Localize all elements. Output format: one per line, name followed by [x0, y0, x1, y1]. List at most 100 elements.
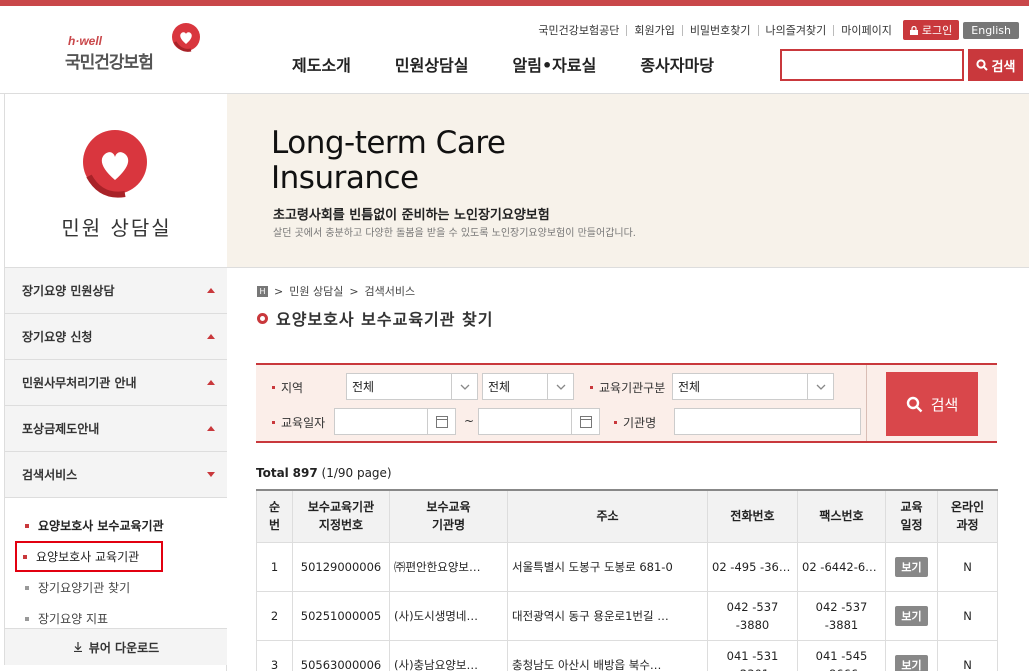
banner-title-line2: Insurance — [271, 160, 419, 196]
header-schedule: 교육 일정 — [885, 489, 938, 543]
gnb-item-workers[interactable]: 종사자마당 — [640, 52, 714, 76]
banner-subline: 살던 곳에서 충분하고 다양한 돌봄을 받을 수 있도록 노인장기요양보험이 만… — [273, 228, 636, 239]
cell-name[interactable]: (사)충남요양보… — [389, 639, 508, 671]
utility-nav: 국민건강보험공단 회원가입 비밀번호찾기 나의즐겨찾기 마이페이지 로그인 En… — [531, 20, 1019, 40]
cell-schedule: 보기 — [885, 639, 938, 671]
arrow-up-icon — [207, 288, 215, 293]
view-schedule-button[interactable]: 보기 — [895, 654, 928, 671]
main-nav: 제도소개 민원상담실 알림•자료실 종사자마당 — [292, 52, 714, 76]
header-fax: 팩스번호 — [797, 489, 886, 543]
sidebar-item-ltc-apply[interactable]: 장기요양 신청 — [4, 314, 227, 360]
view-schedule-button[interactable]: 보기 — [895, 556, 928, 577]
cell-phone: 042 -537 -3880 — [707, 590, 798, 641]
viewer-download-label: 뷰어 다운로드 — [88, 640, 160, 655]
cell-phone: 041 -531 -2301 — [707, 639, 798, 671]
util-link-nhis[interactable]: 국민건강보험공단 — [531, 25, 626, 36]
breadcrumb-item[interactable]: 검색서비스 — [365, 283, 416, 299]
banner-title: Long-term Care Insurance — [271, 126, 506, 196]
region-select-1[interactable]: 전체 — [346, 373, 478, 400]
date-to-input[interactable] — [478, 408, 600, 435]
bullet-icon — [590, 386, 593, 389]
page-title-text: 요양보호사 보수교육기관 찾기 — [276, 310, 494, 329]
breadcrumb-item[interactable]: 민원 상담실 — [289, 283, 343, 299]
heart-logo-icon — [172, 23, 200, 52]
search-filter-panel: 지역 전체 전체 교육기관구분 전체 교육일자 ~ 기관명 검색 — [256, 363, 997, 443]
header-no: 순 번 — [256, 489, 293, 543]
region-select-2[interactable]: 전체 — [482, 373, 574, 400]
page-title: 요양보호사 보수교육기관 찾기 — [257, 306, 494, 330]
util-link-favorites[interactable]: 나의즐겨찾기 — [757, 24, 834, 36]
sidebar-item-ltc-consult[interactable]: 장기요양 민원상담 — [4, 268, 227, 314]
home-icon[interactable]: H — [257, 285, 268, 297]
sidebar-item-office-guide[interactable]: 민원사무처리기관 안내 — [4, 360, 227, 406]
submenu-item-training-institution[interactable]: 요양보호사 교육기관 — [15, 541, 163, 572]
header-address: 주소 — [507, 489, 708, 543]
gnb-item-civil-service[interactable]: 민원상담실 — [395, 52, 469, 76]
logo-tagline: h·well — [68, 34, 103, 48]
english-button[interactable]: English — [963, 21, 1019, 39]
login-button[interactable]: 로그인 — [902, 20, 960, 40]
arrow-up-icon — [207, 380, 215, 385]
search-icon — [975, 59, 988, 71]
name-label: 기관명 — [614, 414, 656, 431]
header-phone-text: 전화번호 — [730, 509, 775, 524]
viewer-download-button[interactable]: 뷰어 다운로드 — [4, 629, 227, 665]
cell-phone: 02 -495 -3600 — [707, 541, 798, 592]
cell-fax: 041 -545 -8666 — [797, 639, 886, 671]
table-header-row: 순 번 보수교육기관 지정번호 보수교육 기관명 주소 전화번호 팩스번호 교육… — [256, 489, 998, 543]
bullet-icon — [23, 554, 27, 559]
institution-type-select[interactable]: 전체 — [672, 373, 834, 400]
date-separator: ~ — [464, 414, 475, 428]
submenu-label: 요양보호사 보수교육기관 — [38, 519, 164, 533]
util-link-find-password[interactable]: 비밀번호찾기 — [681, 24, 758, 36]
header-code-text: 보수교육기관 지정번호 — [307, 500, 375, 533]
heart-emblem-icon — [83, 130, 147, 198]
chevron-down-icon — [451, 374, 477, 399]
cell-name[interactable]: (사)도시생명네… — [389, 590, 508, 641]
search-icon — [906, 396, 923, 412]
header-search-input[interactable] — [780, 49, 964, 81]
submenu-item-ltc-indicators[interactable]: 장기요양 지표 — [5, 603, 227, 634]
institution-name-input[interactable] — [674, 408, 861, 435]
sidebar-item-reward[interactable]: 포상금제도안내 — [4, 406, 227, 452]
header-search-button[interactable]: 검색 — [968, 49, 1023, 81]
banner-headline: 초고령사회를 빈틈없이 준비하는 노인장기요양보험 — [273, 208, 550, 223]
calendar-icon[interactable] — [427, 409, 455, 434]
logo-name: 국민건강보험 — [65, 53, 154, 73]
date-from-input[interactable] — [334, 408, 456, 435]
sidebar-item-search-service[interactable]: 검색서비스 — [4, 452, 227, 498]
sidebar-submenu: 요양보호사 보수교육기관 요양보호사 교육기관 장기요양기관 찾기 장기요양 지… — [4, 498, 227, 629]
submenu-item-find-facility[interactable]: 장기요양기관 찾기 — [5, 572, 227, 603]
name-label-text: 기관명 — [623, 416, 657, 430]
login-label: 로그인 — [921, 24, 953, 37]
gnb-item-system-intro[interactable]: 제도소개 — [292, 52, 351, 76]
region-label-text: 지역 — [281, 381, 304, 395]
gnb-item-notice-data[interactable]: 알림•자료실 — [513, 52, 597, 76]
cell-no: 2 — [256, 590, 293, 641]
cell-address: 서울특별시 도봉구 도봉로 681-0 — [507, 541, 708, 592]
chevron-down-icon — [547, 374, 573, 399]
breadcrumb-separator-icon: > — [349, 284, 359, 298]
cell-name[interactable]: ㈜편안한요양보… — [389, 541, 508, 592]
cell-fax: 02 -6442-6215 — [797, 541, 886, 592]
util-link-mypage[interactable]: 마이페이지 — [833, 24, 899, 36]
submenu-item-refresher-institution[interactable]: 요양보호사 보수교육기관 — [5, 510, 227, 541]
hero-banner: Long-term Care Insurance 초고령사회를 빈틈없이 준비하… — [227, 94, 1029, 268]
arrow-down-icon — [207, 472, 215, 477]
region-label: 지역 — [272, 379, 303, 396]
calendar-icon[interactable] — [571, 409, 599, 434]
filter-search-button[interactable]: 검색 — [886, 372, 978, 436]
cell-online: N — [937, 639, 998, 671]
sidebar-item-label: 장기요양 민원상담 — [22, 284, 115, 298]
date-label: 교육일자 — [272, 414, 325, 431]
date-label-text: 교육일자 — [281, 416, 326, 430]
util-link-signup[interactable]: 회원가입 — [626, 24, 681, 36]
results-table: 순 번 보수교육기관 지정번호 보수교육 기관명 주소 전화번호 팩스번호 교육… — [256, 489, 998, 671]
lock-icon — [909, 25, 918, 35]
header-phone: 전화번호 — [707, 489, 798, 543]
view-schedule-button[interactable]: 보기 — [895, 605, 928, 626]
breadcrumb-separator-icon: > — [274, 284, 284, 298]
page-info: (1/90 page) — [321, 466, 392, 480]
site-logo[interactable]: h·well 국민건강보험 — [65, 22, 205, 78]
cell-no: 1 — [256, 541, 293, 592]
